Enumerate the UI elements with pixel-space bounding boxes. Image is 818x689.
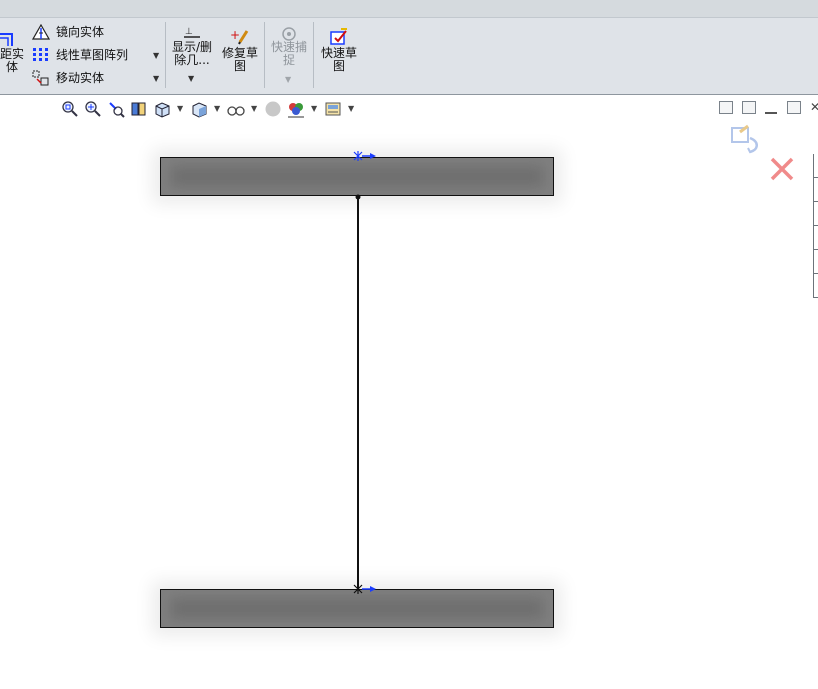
linear-pattern-dropdown-icon[interactable]: ▼ — [153, 51, 159, 60]
mirror-icon — [31, 23, 51, 40]
zoom-area-icon[interactable] — [84, 100, 102, 118]
section-view-icon[interactable] — [130, 100, 148, 118]
relations-icon: ⊥ — [184, 27, 200, 38]
ribbon-separator — [165, 22, 166, 88]
hide-show-dropdown-icon[interactable]: ▼ — [251, 104, 257, 113]
cancel-sketch-icon[interactable] — [769, 156, 795, 182]
zoom-to-fit-icon[interactable] — [61, 100, 79, 118]
linear-pattern-icon — [32, 47, 50, 63]
svg-text:⊥: ⊥ — [185, 27, 193, 37]
move-dropdown-icon[interactable]: ▼ — [153, 74, 159, 83]
display-style-icon[interactable] — [190, 100, 208, 118]
hide-show-items-icon[interactable] — [227, 100, 245, 118]
web-top-point-icon — [355, 194, 361, 200]
rapid-sketch-icon — [330, 28, 347, 45]
offset-entities-label-2: 体 — [5, 60, 18, 74]
move-entities-button[interactable]: 移动实体 — [32, 69, 104, 86]
repair-sketch-button[interactable]: + 修复草 图 — [220, 26, 260, 76]
apply-scene-icon[interactable] — [287, 100, 305, 118]
command-ribbon: 距实 体 镜向实体 线性草图阵列 ▼ 移动实体 ▼ ⊥ 显示/删 除几... ▼… — [0, 0, 818, 95]
offset-entities-icon — [0, 33, 13, 46]
move-label: 移动实体 — [56, 71, 105, 85]
linear-sketch-pattern-button[interactable]: 线性草图阵列 — [32, 46, 128, 63]
task-pane-tabs[interactable] — [813, 154, 818, 298]
exit-sketch-icon[interactable] — [728, 124, 764, 156]
top-endpoint-marker-icon — [353, 151, 376, 161]
view-orientation-icon[interactable] — [153, 100, 171, 118]
split-view-left-button[interactable] — [719, 101, 733, 114]
ribbon-separator — [313, 22, 314, 88]
show-delete-dropdown-icon[interactable]: ▼ — [188, 74, 194, 83]
display-delete-relations-button[interactable]: ⊥ 显示/删 除几... ▼ — [170, 24, 214, 86]
rapid-sketch-button[interactable]: 快速草 图 — [318, 26, 360, 76]
move-entities-icon — [32, 70, 50, 86]
bottom-endpoint-marker-icon — [353, 584, 376, 594]
show-delete-label-2: 除几... — [174, 53, 210, 67]
mirror-label: 镜向实体 — [56, 25, 105, 39]
previous-view-icon[interactable] — [107, 100, 125, 118]
quick-snap-label-2: 捉 — [282, 53, 295, 67]
top-flange[interactable] — [160, 157, 554, 196]
rapid-sketch-label-2: 图 — [332, 59, 345, 73]
close-window-icon[interactable]: ✕ — [810, 100, 818, 114]
repair-sketch-icon: + — [230, 28, 249, 45]
minimize-window-button[interactable] — [765, 112, 777, 114]
svg-text:+: + — [230, 28, 240, 42]
quick-snap-dropdown-icon[interactable]: ▼ — [285, 75, 291, 84]
view-orientation-dropdown-icon[interactable]: ▼ — [177, 104, 183, 113]
offset-entities-button[interactable]: 距实 体 — [0, 26, 28, 76]
linear-pattern-label: 线性草图阵列 — [56, 48, 129, 62]
restore-window-button[interactable] — [787, 101, 801, 114]
view-settings-icon[interactable] — [324, 100, 342, 118]
quick-snaps-button[interactable]: 快速捕 捉 ▼ — [268, 24, 310, 86]
display-style-dropdown-icon[interactable]: ▼ — [214, 104, 220, 113]
repair-label-2: 图 — [233, 59, 246, 73]
ribbon-separator — [264, 22, 265, 88]
mirror-entities-button[interactable]: 镜向实体 — [31, 23, 105, 40]
view-settings-dropdown-icon[interactable]: ▼ — [348, 104, 354, 113]
ribbon-tab-strip — [0, 0, 818, 18]
apply-scene-dropdown-icon[interactable]: ▼ — [311, 104, 317, 113]
split-view-right-button[interactable] — [742, 101, 756, 114]
edit-appearance-icon[interactable] — [264, 100, 282, 118]
web-sketch-line[interactable] — [357, 196, 359, 589]
